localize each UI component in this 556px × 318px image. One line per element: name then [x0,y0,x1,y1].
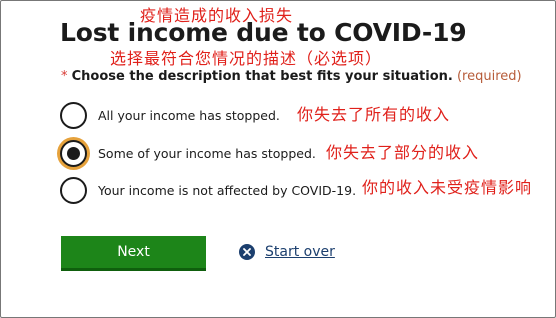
option-1-translation-annotation: 你失去了所有的收入 [297,105,451,124]
option-label: Your income is not affected by COVID-19. [98,182,357,198]
option-label: Some of your income has stopped. [98,145,316,161]
question-legend: * Choose the description that best fits … [61,69,522,84]
page-title: Lost income due to COVID-19 [60,18,467,47]
option-income-stopped[interactable]: All your income has stopped. [60,101,280,129]
page-frame: 疫情造成的收入损失 Lost income due to COVID-19 选择… [0,0,556,318]
option-3-translation-annotation: 你的收入未受疫情影响 [362,178,533,197]
option-some-income-stopped[interactable]: Some of your income has stopped. [60,139,316,167]
close-circle-icon [239,244,255,260]
question-translation-annotation: 选择最符合您情况的描述（必选项） [110,49,383,68]
option-income-not-affected[interactable]: Your income is not affected by COVID-19. [60,176,356,204]
option-label: All your income has stopped. [98,107,280,123]
radio-dot [67,146,80,160]
required-label: (required) [456,69,522,84]
start-over-link[interactable]: Start over [239,244,335,260]
required-marker: * [61,69,68,84]
question-text: Choose the description that best fits yo… [71,69,453,84]
next-button[interactable]: Next [61,236,206,271]
start-over-label: Start over [265,244,335,260]
option-2-translation-annotation: 你失去了部分的收入 [326,143,480,162]
radio-button-selected[interactable] [60,139,87,167]
radio-button[interactable] [60,176,87,204]
radio-button[interactable] [60,101,87,129]
